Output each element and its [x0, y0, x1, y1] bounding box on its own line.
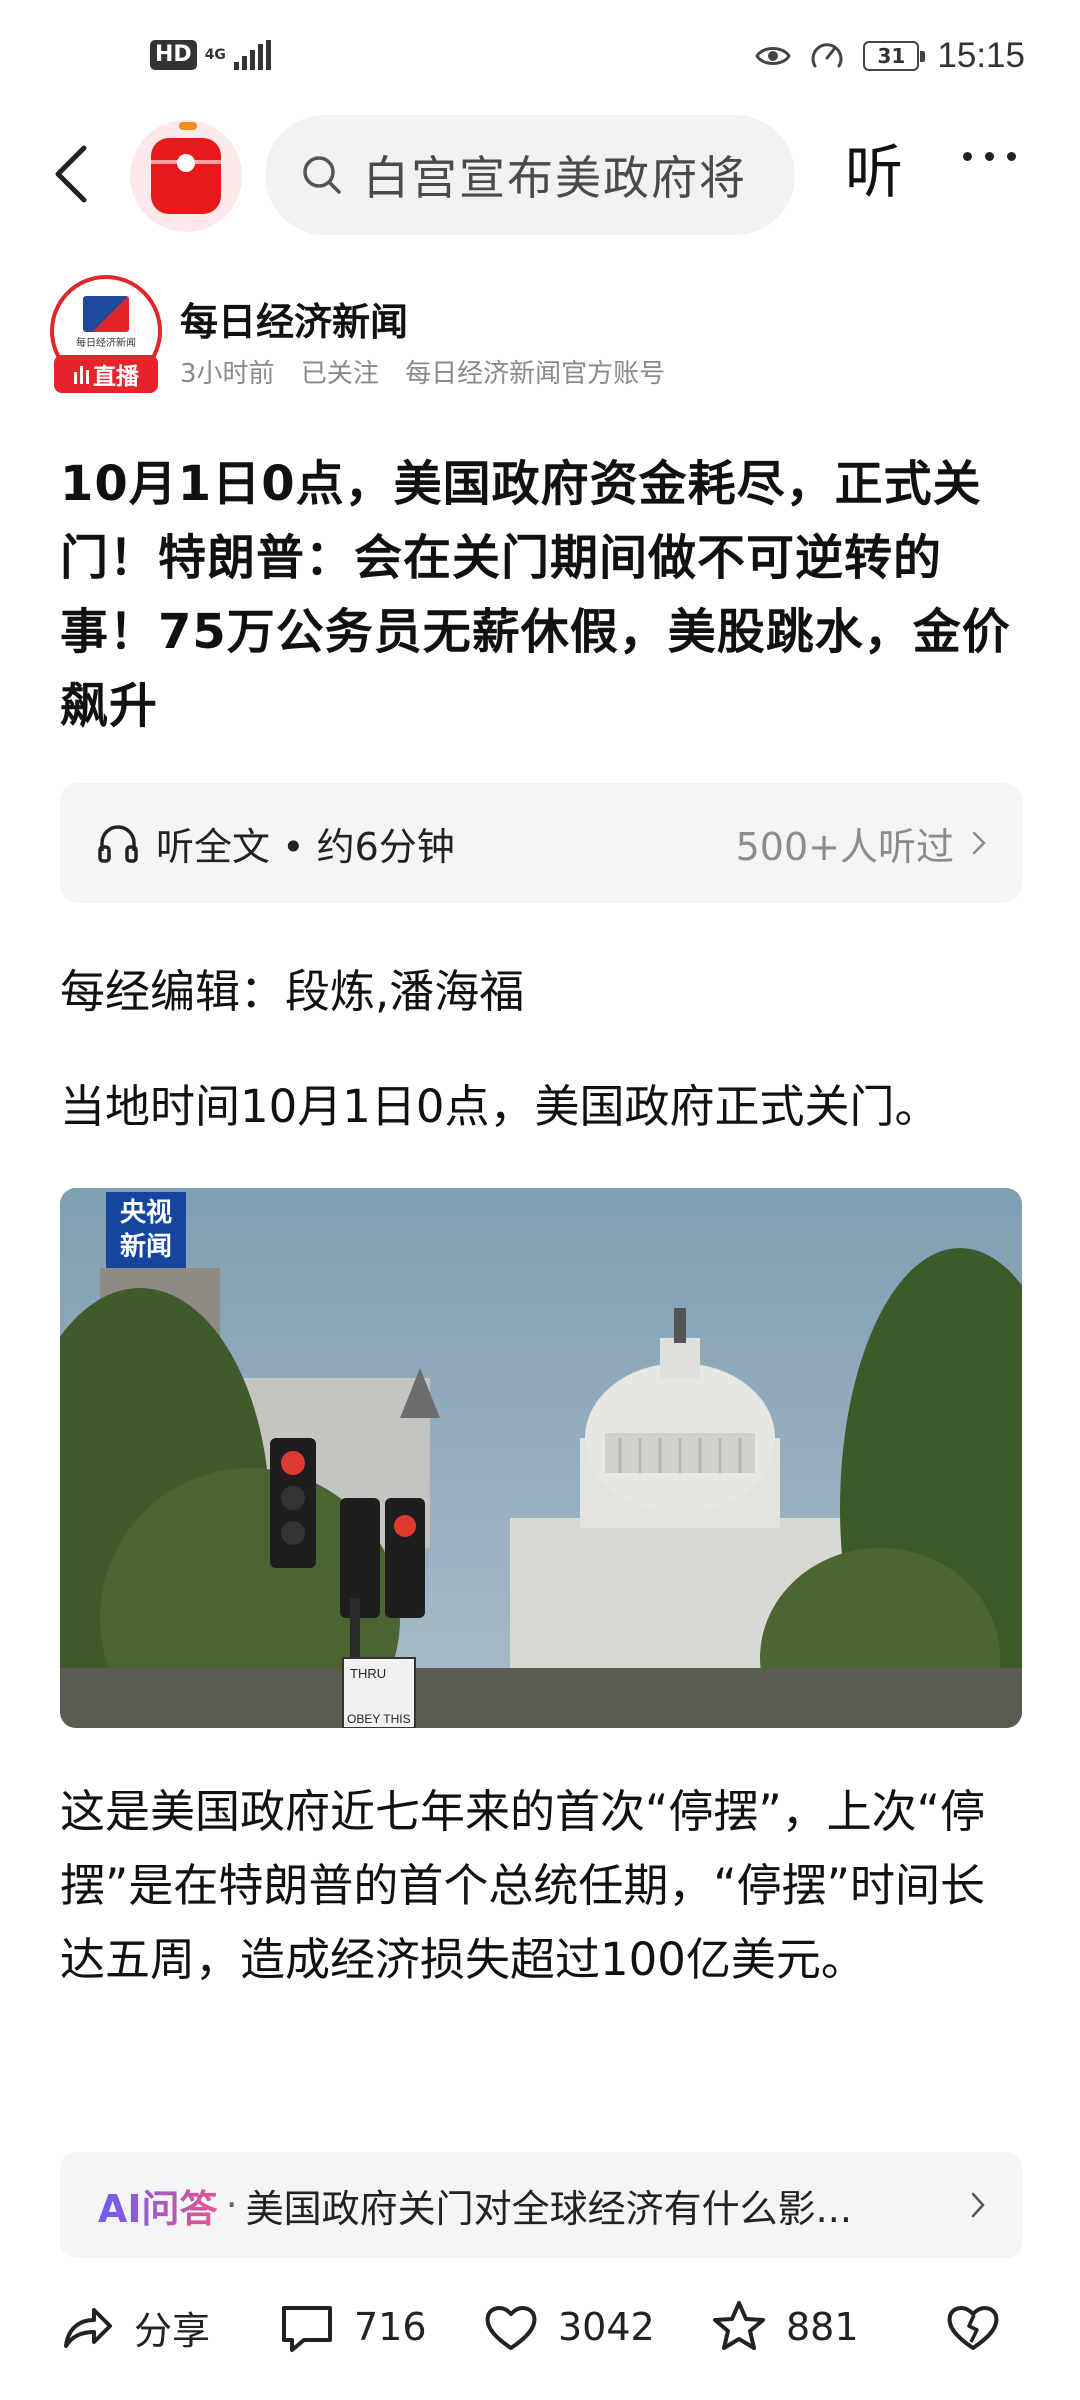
clock: 15:15 — [937, 36, 1025, 75]
ai-tag: AI问答 — [98, 2178, 218, 2233]
editor-line: 每经编辑：段炼,潘海福 — [60, 965, 525, 1018]
article-image[interactable]: THRU OBEY THIS 央视 新闻 — [60, 1188, 1022, 1728]
nbd-logo-icon — [83, 295, 129, 332]
author-meta: 3小时前 已关注 每日经济新闻官方账号 — [180, 353, 683, 390]
lead-paragraph: 当地时间10月1日0点，美国政府正式关门。 — [60, 1080, 940, 1133]
ai-question-bar[interactable]: AI问答 · 美国政府关门对全球经济有什么影... — [60, 2152, 1022, 2258]
comment-count: 716 — [354, 2305, 427, 2349]
top-nav: 白宫宣布美政府将 听 — [0, 110, 1080, 235]
broken-heart-icon — [947, 2306, 999, 2350]
publish-time: 3小时前 — [180, 359, 275, 389]
speed-icon — [811, 43, 843, 68]
live-bars-icon — [74, 366, 89, 384]
author-header: 每日经济新闻 直播 每日经济新闻 3小时前 已关注 每日经济新闻官方账号 — [50, 275, 1050, 395]
eye-icon — [755, 47, 792, 65]
sign-text-bottom: OBEY THIS — [347, 1712, 411, 1726]
live-label: 直播 — [93, 364, 139, 390]
watermark-line1: 央视 — [119, 1198, 172, 1228]
star-icon — [713, 2301, 765, 2350]
red-envelope-icon — [151, 138, 221, 214]
back-icon[interactable] — [48, 142, 92, 206]
share-label: 分享 — [134, 2308, 211, 2353]
share-button[interactable]: 分享 — [58, 2298, 210, 2356]
listen-button[interactable]: 听 — [845, 140, 903, 204]
battery-level: 31 — [877, 44, 906, 68]
signal-icon — [233, 40, 271, 70]
network-label: 4G — [204, 47, 226, 63]
ai-separator: · — [225, 2183, 238, 2227]
hd-badge: HD — [150, 40, 197, 70]
comment-button[interactable]: 716 — [278, 2298, 427, 2356]
listen-count: 500+人听过 — [735, 824, 954, 869]
battery-icon: 31 — [863, 41, 926, 71]
favorite-button[interactable]: 881 — [710, 2298, 859, 2356]
listen-full-text-card[interactable]: 听全文 • 约6分钟 500+人听过 — [60, 783, 1022, 903]
search-icon — [303, 156, 341, 194]
status-bar: HD 4G 31 15:15 — [0, 0, 1080, 118]
listen-label: 听全文 • 约6分钟 — [156, 824, 455, 869]
like-button[interactable]: 3042 — [482, 2298, 655, 2356]
chevron-right-icon — [971, 2192, 985, 2218]
watermark-line2: 新闻 — [119, 1232, 172, 1262]
like-count: 3042 — [558, 2305, 655, 2349]
network-type: 4G — [205, 48, 226, 62]
dislike-button[interactable] — [944, 2298, 1002, 2356]
favorite-count: 881 — [786, 2305, 859, 2349]
author-name[interactable]: 每日经济新闻 — [180, 291, 408, 346]
article-headline: 10月1日0点，美国政府资金耗尽，正式关门！特朗普：会在关门期间做不可逆转的事！… — [60, 456, 1011, 734]
live-badge[interactable]: 直播 — [54, 355, 158, 393]
heart-icon — [485, 2306, 537, 2350]
sign-text-top: THRU — [350, 1666, 386, 1681]
capitol-photo: THRU OBEY THIS — [60, 1188, 1022, 1728]
more-icon[interactable] — [963, 152, 1016, 161]
headphones-icon — [98, 825, 138, 863]
status-left: HD 4G — [150, 40, 271, 70]
search-query: 白宫宣布美政府将 — [363, 151, 747, 205]
search-bar[interactable]: 白宫宣布美政府将 — [265, 115, 795, 235]
status-right: 31 15:15 — [755, 36, 1025, 76]
cctv-watermark: 央视 新闻 — [106, 1192, 186, 1268]
share-icon — [64, 2308, 112, 2348]
follow-status[interactable]: 已关注 — [301, 359, 379, 389]
avatar-brand: 每日经济新闻 — [76, 337, 136, 349]
app-icon-cap — [179, 122, 197, 130]
comment-icon — [282, 2306, 332, 2352]
body-paragraph: 这是美国政府近七年来的首次“停摆”，上次“停摆”是在特朗普的首个总统任期，“停摆… — [60, 1785, 985, 1986]
bottom-toolbar: 分享 716 3042 881 — [0, 2270, 1080, 2380]
app-icon[interactable] — [130, 120, 242, 232]
account-description: 每日经济新闻官方账号 — [405, 359, 666, 389]
ai-question: 美国政府关门对全球经济有什么影... — [245, 2186, 852, 2231]
chevron-right-icon — [972, 831, 986, 855]
